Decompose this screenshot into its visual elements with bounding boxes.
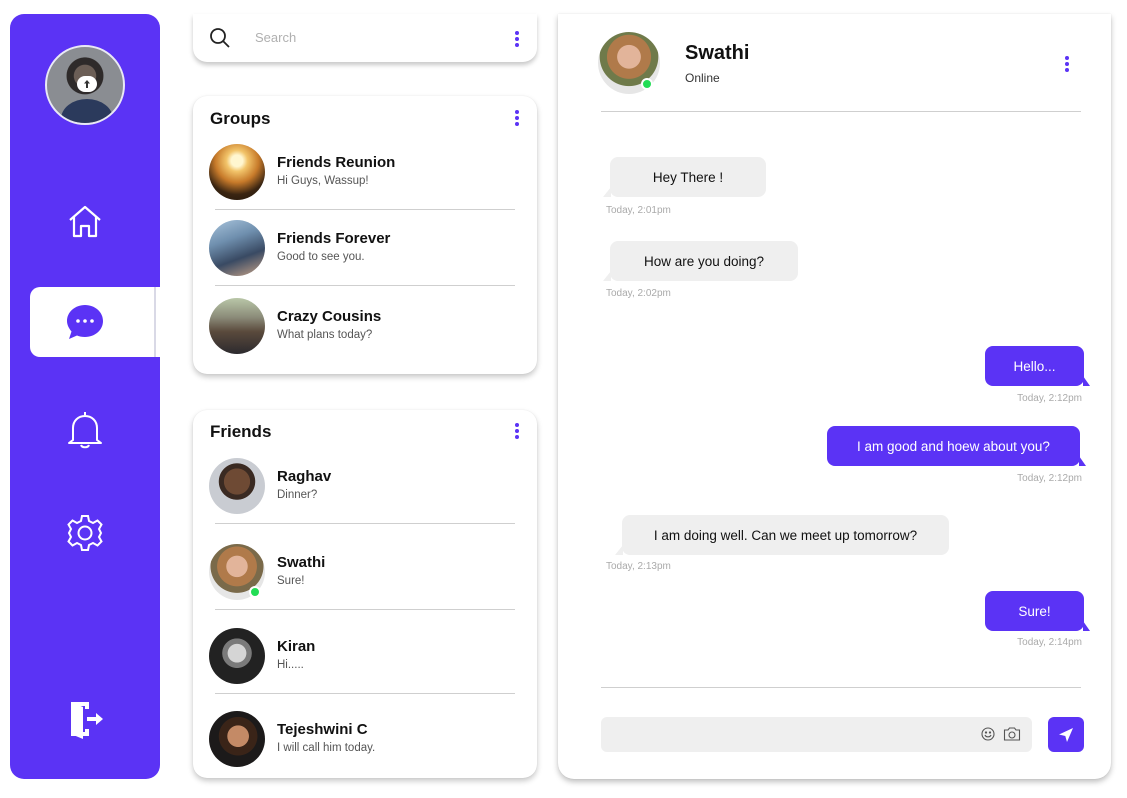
online-indicator bbox=[249, 586, 261, 598]
chat-icon bbox=[67, 305, 103, 339]
search-bar bbox=[193, 14, 537, 62]
online-indicator bbox=[641, 78, 653, 90]
group-avatar bbox=[209, 144, 265, 200]
chat-contact-status: Online bbox=[685, 71, 720, 85]
divider bbox=[215, 609, 515, 610]
group-avatar bbox=[209, 220, 265, 276]
group-item[interactable]: Crazy Cousins What plans today? bbox=[193, 288, 537, 364]
camera-icon[interactable] bbox=[1003, 726, 1021, 742]
divider bbox=[215, 285, 515, 286]
divider bbox=[215, 693, 515, 694]
message-timestamp: Today, 2:02pm bbox=[606, 288, 671, 299]
bell-icon bbox=[68, 412, 102, 449]
message-bubble-outgoing: Sure! bbox=[985, 591, 1090, 631]
group-name: Friends Forever bbox=[277, 230, 391, 247]
avatar-body bbox=[61, 99, 113, 123]
sidebar-item-settings[interactable] bbox=[60, 508, 110, 558]
group-last-message: What plans today? bbox=[277, 329, 373, 341]
sidebar-item-notifications[interactable] bbox=[60, 404, 110, 454]
group-item[interactable]: Friends Forever Good to see you. bbox=[193, 210, 537, 286]
friend-avatar bbox=[209, 628, 265, 684]
message-bubble-incoming: Hey There ! bbox=[603, 157, 766, 197]
friend-avatar bbox=[209, 458, 265, 514]
friend-avatar bbox=[209, 711, 265, 767]
send-icon bbox=[1059, 727, 1073, 742]
message-timestamp: Today, 2:12pm bbox=[1017, 473, 1082, 484]
friends-card: Friends Raghav Dinner? Swathi Sure! Kira… bbox=[193, 410, 537, 778]
message-bubble-incoming: How are you doing? bbox=[603, 241, 798, 281]
send-button[interactable] bbox=[1048, 717, 1084, 752]
message-timestamp: Today, 2:12pm bbox=[1017, 393, 1082, 404]
header-divider bbox=[601, 111, 1081, 112]
friend-last-message: Hi..... bbox=[277, 659, 304, 671]
compose-divider bbox=[601, 687, 1081, 688]
friends-title: Friends bbox=[210, 422, 272, 441]
friend-name: Raghav bbox=[277, 468, 332, 485]
sidebar bbox=[10, 14, 160, 779]
group-last-message: Hi Guys, Wassup! bbox=[277, 175, 369, 187]
friend-item[interactable]: Tejeshwini C I will call him today. bbox=[193, 701, 537, 777]
message-timestamp: Today, 2:14pm bbox=[1017, 637, 1082, 648]
gear-icon bbox=[67, 515, 103, 551]
group-avatar bbox=[209, 298, 265, 354]
friend-name: Kiran bbox=[277, 638, 316, 655]
group-name: Crazy Cousins bbox=[277, 308, 382, 325]
divider bbox=[215, 523, 515, 524]
group-name: Friends Reunion bbox=[277, 154, 396, 171]
message-compose-box bbox=[601, 717, 1032, 752]
friend-last-message: Dinner? bbox=[277, 489, 318, 501]
friend-name: Swathi bbox=[277, 554, 326, 571]
upload-icon[interactable] bbox=[77, 76, 97, 92]
friend-last-message: I will call him today. bbox=[277, 742, 376, 754]
search-icon[interactable] bbox=[209, 27, 231, 49]
group-last-message: Good to see you. bbox=[277, 251, 365, 263]
friend-item[interactable]: Raghav Dinner? bbox=[193, 448, 537, 524]
chat-more-icon[interactable] bbox=[1062, 54, 1072, 74]
logout-button[interactable] bbox=[60, 694, 110, 744]
logout-icon bbox=[71, 702, 103, 739]
groups-card: Groups Friends Reunion Hi Guys, Wassup! … bbox=[193, 96, 537, 374]
message-input[interactable] bbox=[611, 723, 971, 747]
message-bubble-outgoing: Hello... bbox=[985, 346, 1090, 386]
sidebar-item-home[interactable] bbox=[60, 196, 110, 246]
chat-panel: Swathi Online Hey There ! Today, 2:01pm … bbox=[558, 14, 1111, 779]
friend-name: Tejeshwini C bbox=[277, 721, 368, 738]
sidebar-item-chat[interactable] bbox=[60, 297, 110, 347]
profile-avatar[interactable] bbox=[45, 45, 125, 125]
chat-contact-name: Swathi bbox=[685, 42, 750, 64]
message-bubble-incoming: I am doing well. Can we meet up tomorrow… bbox=[615, 515, 949, 555]
emoji-icon[interactable] bbox=[981, 727, 995, 741]
groups-title: Groups bbox=[210, 109, 271, 128]
friend-last-message: Sure! bbox=[277, 575, 305, 587]
message-timestamp: Today, 2:13pm bbox=[606, 561, 671, 572]
message-bubble-outgoing: I am good and hoew about you? bbox=[827, 426, 1086, 466]
friend-item[interactable]: Swathi Sure! bbox=[193, 534, 537, 610]
message-timestamp: Today, 2:01pm bbox=[606, 205, 671, 216]
search-more-icon[interactable] bbox=[512, 29, 522, 49]
friend-item[interactable]: Kiran Hi..... bbox=[193, 618, 537, 694]
home-icon bbox=[69, 205, 101, 238]
group-item[interactable]: Friends Reunion Hi Guys, Wassup! bbox=[193, 134, 537, 210]
search-input[interactable] bbox=[255, 24, 475, 50]
groups-more-icon[interactable] bbox=[512, 108, 522, 128]
friends-more-icon[interactable] bbox=[512, 421, 522, 441]
